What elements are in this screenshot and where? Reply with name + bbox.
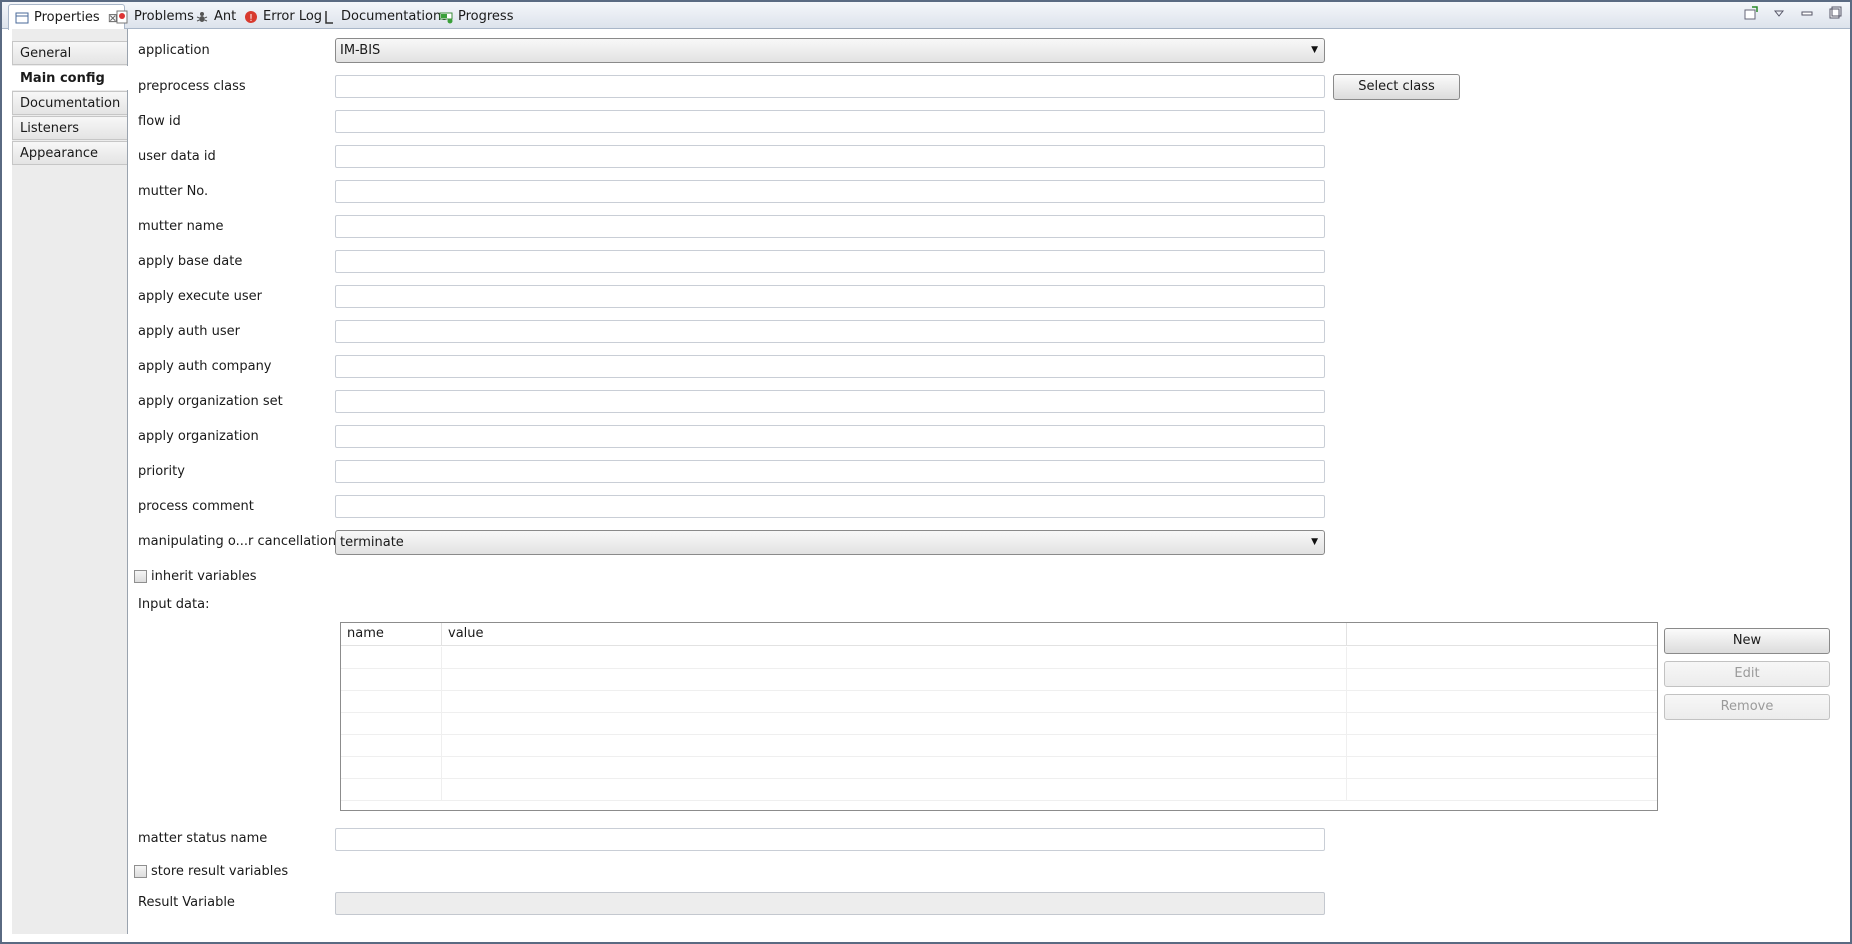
matter-status-name-input[interactable] <box>335 828 1325 851</box>
mutter-name-label: mutter name <box>138 219 224 234</box>
section-nav: General Main config Documentation Listen… <box>12 29 129 934</box>
cancellation-value: terminate <box>340 535 404 550</box>
store-result-variables-label: store result variables <box>151 864 289 879</box>
remove-button[interactable]: Remove <box>1664 694 1830 720</box>
properties-icon <box>15 12 29 23</box>
nav-item-appearance[interactable]: Appearance <box>12 141 127 165</box>
application-select[interactable]: IM-BIS ▼ <box>335 38 1325 63</box>
apply-organization-set-label: apply organization set <box>138 394 283 409</box>
input-data-label: Input data: <box>138 597 210 612</box>
apply-organization-label: apply organization <box>138 429 259 444</box>
edit-button[interactable]: Edit <box>1664 661 1830 687</box>
main-config-panel: application IM-BIS ▼ preprocess class Se… <box>128 29 1850 942</box>
tab-label: Error Log <box>263 9 323 24</box>
tab-problems[interactable]: Problems <box>115 4 194 29</box>
nav-item-documentation[interactable]: Documentation <box>12 91 127 115</box>
table-row[interactable] <box>341 691 1657 713</box>
properties-view: Properties ⊠ Problems Ant ! Error Log Do… <box>0 0 1852 944</box>
tab-properties[interactable]: Properties ⊠ <box>8 4 125 30</box>
store-result-variables-row: store result variables <box>134 864 288 879</box>
process-comment-label: process comment <box>138 499 254 514</box>
priority-input[interactable] <box>335 460 1325 483</box>
apply-base-date-label: apply base date <box>138 254 243 269</box>
mutter-no-label: mutter No. <box>138 184 209 199</box>
tab-progress[interactable]: Progress <box>439 4 513 29</box>
cancellation-label: manipulating o...r cancellation <box>138 534 337 549</box>
flow-id-input[interactable] <box>335 110 1325 133</box>
new-button[interactable]: New <box>1664 628 1830 654</box>
tab-error-log[interactable]: ! Error Log <box>244 4 322 29</box>
view-tab-bar: Properties ⊠ Problems Ant ! Error Log Do… <box>2 2 1850 30</box>
view-toolbar <box>1744 6 1842 20</box>
maximize-icon[interactable] <box>1828 6 1842 20</box>
mutter-name-input[interactable] <box>335 215 1325 238</box>
select-class-button[interactable]: Select class <box>1333 74 1460 100</box>
apply-auth-company-label: apply auth company <box>138 359 272 374</box>
nav-item-main-config[interactable]: Main config <box>12 66 129 90</box>
cancellation-select[interactable]: terminate ▼ <box>335 530 1325 555</box>
preprocess-class-input[interactable] <box>335 75 1325 98</box>
store-result-variables-checkbox[interactable] <box>134 865 147 878</box>
apply-auth-user-input[interactable] <box>335 320 1325 343</box>
matter-status-name-label: matter status name <box>138 831 268 846</box>
result-variable-input <box>335 892 1325 915</box>
nav-item-listeners[interactable]: Listeners <box>12 116 127 140</box>
table-row[interactable] <box>341 669 1657 691</box>
documentations-icon <box>325 10 333 24</box>
inherit-variables-row: inherit variables <box>134 569 257 584</box>
result-variable-label: Result Variable <box>138 895 235 910</box>
problems-icon <box>116 10 128 23</box>
flow-id-label: flow id <box>138 114 181 129</box>
apply-auth-company-input[interactable] <box>335 355 1325 378</box>
table-row[interactable] <box>341 735 1657 757</box>
user-data-id-label: user data id <box>138 149 216 164</box>
column-header-value[interactable]: value <box>442 623 1347 646</box>
application-value: IM-BIS <box>340 43 381 58</box>
tab-label: Progress <box>458 9 514 24</box>
user-data-id-input[interactable] <box>335 145 1325 168</box>
tab-documentations[interactable]: Documentations <box>322 4 448 29</box>
inherit-variables-label: inherit variables <box>151 569 257 584</box>
nav-item-general[interactable]: General <box>12 41 127 65</box>
priority-label: priority <box>138 464 185 479</box>
inherit-variables-checkbox[interactable] <box>134 570 147 583</box>
mutter-no-input[interactable] <box>335 180 1325 203</box>
pin-view-icon[interactable] <box>1744 6 1758 20</box>
input-data-table[interactable]: name value <box>340 622 1658 811</box>
application-label: application <box>138 43 210 58</box>
preprocess-class-label: preprocess class <box>138 79 246 94</box>
tab-label: Properties <box>34 10 100 25</box>
dropdown-arrow-icon: ▼ <box>1311 45 1318 55</box>
ant-icon <box>196 11 208 22</box>
table-row[interactable] <box>341 713 1657 735</box>
table-row[interactable] <box>341 757 1657 779</box>
tab-ant[interactable]: Ant <box>195 4 236 29</box>
minimize-icon[interactable] <box>1800 6 1814 20</box>
apply-auth-user-label: apply auth user <box>138 324 240 339</box>
error-log-icon: ! <box>245 10 257 24</box>
progress-icon <box>439 12 453 23</box>
tab-label: Documentations <box>341 9 448 24</box>
apply-organization-input[interactable] <box>335 425 1325 448</box>
column-header-empty[interactable] <box>1347 623 1657 646</box>
apply-execute-user-label: apply execute user <box>138 289 262 304</box>
dropdown-arrow-icon: ▼ <box>1311 537 1318 547</box>
apply-base-date-input[interactable] <box>335 250 1325 273</box>
table-row[interactable] <box>341 779 1657 801</box>
tab-label: Problems <box>134 9 194 24</box>
apply-organization-set-input[interactable] <box>335 390 1325 413</box>
column-header-name[interactable]: name <box>341 623 442 646</box>
svg-text:!: ! <box>249 13 253 24</box>
view-menu-icon[interactable] <box>1772 6 1786 20</box>
table-header: name value <box>341 623 1657 646</box>
apply-execute-user-input[interactable] <box>335 285 1325 308</box>
process-comment-input[interactable] <box>335 495 1325 518</box>
tab-label: Ant <box>214 9 237 24</box>
table-row[interactable] <box>341 647 1657 669</box>
